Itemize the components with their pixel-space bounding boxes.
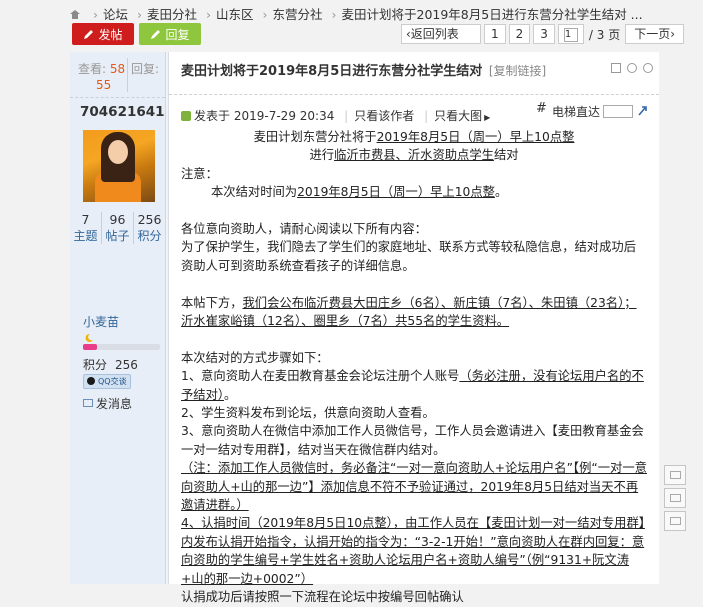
- crumb-shandong[interactable]: 山东区: [216, 7, 254, 22]
- next-page-link[interactable]: 下一页›: [625, 24, 685, 44]
- post-main: 麦田计划将于2019年8月5日进行东营分社学生结对 [复制链接] 发表于 201…: [168, 52, 659, 604]
- reply-count: 55: [96, 78, 112, 92]
- breadcrumb: › 论坛 › 麦田分社 › 山东区 › 东营分社 › 麦田计划将于2019年8月5日进行东…: [70, 4, 703, 24]
- page-3[interactable]: 3: [533, 24, 555, 44]
- view-count: 58: [109, 62, 126, 76]
- qq-chat-button[interactable]: QQ交谈: [83, 374, 131, 389]
- prev-thread-icon[interactable]: [627, 63, 637, 73]
- floor-jump-input[interactable]: [603, 105, 633, 118]
- big-image-link[interactable]: 只看大图: [434, 109, 482, 123]
- reply-button[interactable]: 回复: [139, 23, 201, 45]
- crumb-dongying[interactable]: 东营分社: [272, 7, 322, 22]
- online-icon: [181, 111, 191, 121]
- page-total: / 3 页: [588, 27, 621, 42]
- pen-icon: [83, 29, 94, 40]
- copy-link[interactable]: [复制链接]: [489, 64, 546, 78]
- author-name[interactable]: 704621641: [80, 104, 165, 120]
- post-body: 麦田计划东营分社将于2019年8月5日（周一）早上10点整 进行临沂市费县、沂水…: [181, 130, 647, 605]
- back-to-list-link[interactable]: ‹返回列表: [401, 24, 481, 44]
- points-link[interactable]: 积分: [137, 229, 161, 243]
- back-to-top-icon[interactable]: [664, 511, 686, 531]
- print-icon[interactable]: [611, 63, 621, 73]
- crumb-maitian[interactable]: 麦田分社: [147, 7, 197, 22]
- page-2[interactable]: 2: [508, 24, 531, 44]
- posts-link[interactable]: 帖子: [105, 229, 129, 243]
- avatar[interactable]: [83, 130, 155, 202]
- post-time: 2019-7-29 20:34: [233, 109, 335, 123]
- pen-icon: [150, 29, 161, 40]
- level-progress-bar: [83, 344, 160, 350]
- user-rank[interactable]: 小麦苗: [83, 313, 119, 330]
- quick-reply-icon[interactable]: [664, 465, 686, 485]
- dropdown-arrow-icon: ▶: [484, 113, 491, 122]
- thread-title: 麦田计划将于2019年8月5日进行东营分社学生结对 [复制链接]: [181, 64, 547, 79]
- title-tools: [611, 63, 653, 73]
- only-author-link[interactable]: 只看该作者: [354, 109, 414, 123]
- topics-link[interactable]: 主题: [73, 229, 97, 243]
- home-icon[interactable]: [70, 10, 80, 20]
- post-meta: 发表于 2019-7-29 20:34 | 只看该作者 | 只看大图 ▶: [181, 107, 490, 124]
- crumb-forum[interactable]: 论坛: [103, 7, 128, 22]
- author-panel: 查看: 58 回复: 55 704621641 7 主题 96 帖子 256 积…: [70, 52, 166, 584]
- author-counts: 7 主题 96 帖子 256 积分: [70, 212, 165, 244]
- thread-stats: 查看: 58 回复: 55: [70, 52, 165, 98]
- pager: ‹返回列表 1 2 3 1 / 3 页 下一页›: [401, 24, 685, 44]
- next-thread-icon[interactable]: [643, 63, 653, 73]
- score: 积分 256: [83, 358, 138, 372]
- page-1[interactable]: 1: [484, 24, 506, 44]
- floating-tools: [664, 465, 686, 534]
- moon-icon: [84, 332, 94, 342]
- back-to-list-icon[interactable]: [664, 488, 686, 508]
- new-post-button[interactable]: 发帖: [72, 23, 134, 45]
- crumb-thread[interactable]: 麦田计划将于2019年8月5日进行东营分社学生结对 ...: [341, 7, 642, 22]
- page-jump-input[interactable]: 1: [557, 24, 584, 44]
- send-message-link[interactable]: 发消息: [83, 395, 132, 412]
- floor-go-icon[interactable]: [638, 105, 647, 116]
